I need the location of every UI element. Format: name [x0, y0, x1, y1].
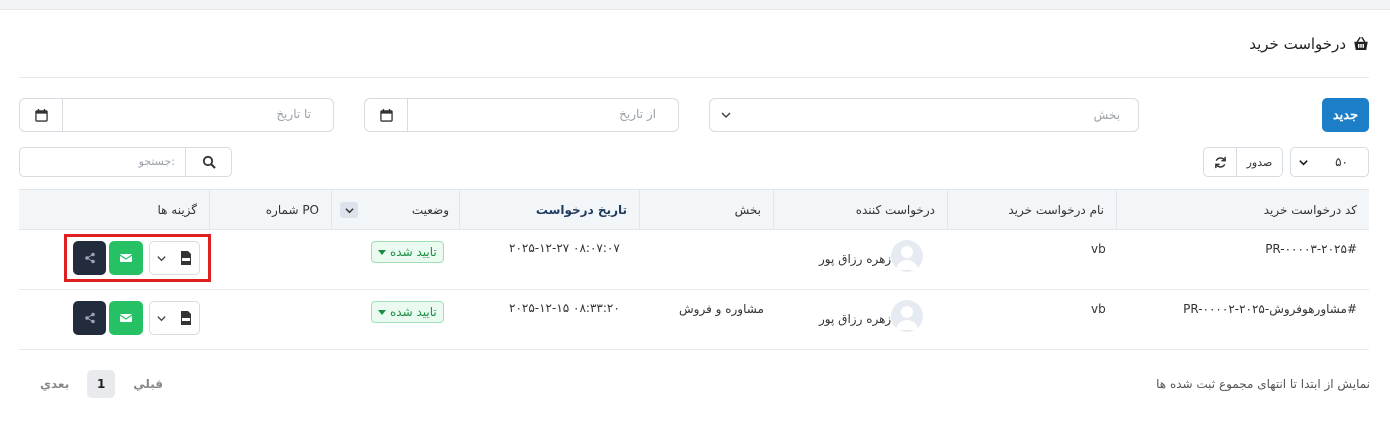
page-size-value: ۵۰	[1335, 155, 1348, 169]
caret-down-icon	[378, 249, 386, 255]
section-select[interactable]: بخش	[709, 98, 1139, 132]
to-date-calendar-button[interactable]	[20, 99, 63, 131]
table-row[interactable]: PR-۰۰۰۰۲-۲۰۲۵-مشاورهوفروش# vb زهره رزاق …	[19, 290, 1369, 350]
top-bar	[0, 0, 1390, 10]
to-date-field[interactable]: تا تاریخ	[19, 98, 334, 132]
share-button[interactable]	[73, 301, 106, 335]
row-section: مشاوره و فروش	[679, 302, 764, 316]
table-row[interactable]: PR-۰۰۰۰۳-۲۰۲۵# vb زهره رزاق پور ۲۰۲۵-۱۲-…	[19, 230, 1369, 290]
row-requester: زهره رزاق پور	[819, 312, 892, 326]
from-date-placeholder: از تاریخ	[619, 107, 656, 121]
pdf-icon	[172, 311, 199, 325]
envelope-icon	[120, 314, 132, 322]
col-request-date[interactable]: تاریخ درخواست	[459, 190, 639, 229]
row-requester: زهره رزاق پور	[819, 252, 892, 266]
share-icon	[84, 312, 95, 324]
chevron-down-icon	[1299, 160, 1308, 166]
status-badge-label: تایید شده	[390, 245, 437, 259]
calendar-icon	[34, 108, 48, 122]
row-code[interactable]: PR-۰۰۰۰۳-۲۰۲۵#	[1265, 242, 1357, 256]
page-title-text: درخواست خرید	[1249, 35, 1346, 53]
col-status-label: وضعیت	[411, 202, 449, 217]
current-page[interactable]: 1	[87, 370, 116, 398]
table-info: نمایش از ابتدا تا انتهای مجموع ثبت شده ه…	[1156, 377, 1370, 391]
status-sort-button[interactable]	[340, 202, 358, 218]
avatar	[891, 240, 923, 272]
col-section[interactable]: بخش	[639, 190, 773, 229]
chevron-down-icon	[344, 207, 354, 213]
from-date-calendar-button[interactable]	[365, 99, 408, 131]
prev-page-button[interactable]: قبلي	[133, 377, 163, 391]
row-code[interactable]: PR-۰۰۰۰۲-۲۰۲۵-مشاورهوفروش#	[1183, 302, 1357, 316]
col-name[interactable]: نام درخواست خرید	[947, 190, 1116, 229]
col-options: گزینه ها	[157, 202, 197, 217]
page-title: درخواست خرید	[1249, 35, 1370, 53]
row-date: ۲۰۲۵-۱۲-۲۷ ۰۸:۰۷:۰۷	[509, 241, 620, 255]
col-code[interactable]: کد درخواست خرید	[1116, 190, 1369, 229]
pagination: بعدي 1 قبلي	[40, 370, 163, 398]
row-name: vb	[1091, 302, 1106, 316]
search-button[interactable]	[186, 148, 231, 176]
row-date: ۲۰۲۵-۱۲-۱۵ ۰۸:۳۳:۲۰	[509, 301, 620, 315]
export-button[interactable]: صدور	[1237, 148, 1282, 176]
table-header: کد درخواست خرید نام درخواست خرید درخواست…	[19, 189, 1369, 230]
next-page-button[interactable]: بعدي	[40, 377, 69, 391]
avatar	[891, 300, 923, 332]
page-size-select[interactable]: ۵۰	[1290, 147, 1369, 177]
section-select-placeholder: بخش	[1093, 108, 1120, 122]
highlight-box	[64, 234, 211, 282]
status-badge-label: تایید شده	[390, 305, 437, 319]
row-name: vb	[1091, 242, 1106, 256]
col-requester[interactable]: درخواست کننده	[773, 190, 947, 229]
refresh-icon	[1214, 156, 1226, 168]
status-badge[interactable]: تایید شده	[371, 301, 444, 323]
basket-icon	[1354, 36, 1368, 50]
search-input[interactable]: جستجو:	[20, 148, 186, 176]
calendar-icon	[379, 108, 393, 122]
status-badge[interactable]: تایید شده	[371, 241, 444, 263]
user-avatar-icon	[896, 246, 918, 270]
pdf-dropdown-button[interactable]	[149, 301, 200, 335]
title-divider	[19, 77, 1369, 78]
user-avatar-icon	[896, 306, 918, 330]
col-po-number[interactable]: شماره PO	[209, 190, 331, 229]
new-button[interactable]: جدید	[1322, 98, 1369, 132]
purchase-requests-table: کد درخواست خرید نام درخواست خرید درخواست…	[19, 189, 1369, 350]
to-date-placeholder: تا تاریخ	[276, 107, 311, 121]
search-icon	[202, 155, 216, 169]
search-box: جستجو:	[19, 147, 232, 177]
email-button[interactable]	[109, 301, 143, 335]
from-date-field[interactable]: از تاریخ	[364, 98, 679, 132]
chevron-down-icon	[150, 313, 172, 324]
col-status[interactable]: وضعیت	[331, 190, 459, 229]
chevron-down-icon	[721, 112, 731, 119]
caret-down-icon	[378, 309, 386, 315]
refresh-button[interactable]	[1204, 148, 1237, 176]
export-group: صدور	[1203, 147, 1283, 177]
